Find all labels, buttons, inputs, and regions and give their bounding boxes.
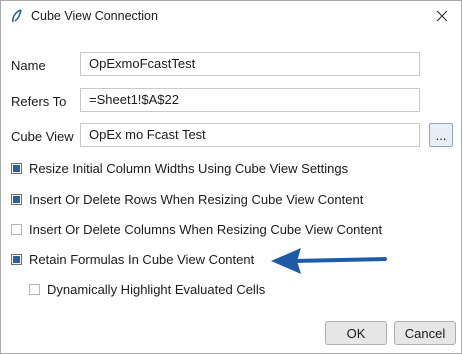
cube-view-field[interactable]: OpEx mo Fcast Test [80, 123, 420, 147]
cube-view-connection-dialog: Cube View Connection Name OpExmoFcastTes… [0, 0, 462, 354]
option-insert-delete-rows[interactable]: Insert Or Delete Rows When Resizing Cube… [11, 192, 363, 207]
option-label: Insert Or Delete Rows When Resizing Cube… [29, 192, 364, 207]
checkbox-retain-formulas[interactable] [11, 254, 22, 265]
name-label: Name [11, 58, 46, 73]
window-title: Cube View Connection [31, 9, 158, 23]
app-logo-icon [12, 9, 22, 23]
refers-to-field[interactable]: =Sheet1!$A$22 [80, 88, 420, 112]
arrow-left-icon [271, 248, 387, 274]
option-retain-formulas[interactable]: Retain Formulas In Cube View Content [11, 252, 254, 267]
option-label: Insert Or Delete Columns When Resizing C… [29, 222, 383, 237]
title-bar: Cube View Connection [1, 1, 461, 32]
checkbox-insert-delete-columns[interactable] [11, 224, 22, 235]
browse-cube-view-button[interactable]: ... [429, 123, 453, 147]
option-resize-column-widths[interactable]: Resize Initial Column Widths Using Cube … [11, 161, 348, 176]
close-icon [436, 10, 448, 22]
checkbox-resize-column-widths[interactable] [11, 163, 22, 174]
option-label: Dynamically Highlight Evaluated Cells [47, 282, 266, 297]
checkbox-dynamic-highlight[interactable] [29, 284, 40, 295]
cancel-button[interactable]: Cancel [394, 321, 456, 345]
cube-view-label: Cube View [11, 129, 74, 144]
close-button[interactable] [429, 4, 455, 28]
option-insert-delete-columns[interactable]: Insert Or Delete Columns When Resizing C… [11, 222, 382, 237]
name-field[interactable]: OpExmoFcastTest [80, 52, 420, 76]
ok-button[interactable]: OK [325, 321, 387, 345]
checkbox-insert-delete-rows[interactable] [11, 194, 22, 205]
option-dynamic-highlight[interactable]: Dynamically Highlight Evaluated Cells [29, 282, 265, 297]
option-label: Resize Initial Column Widths Using Cube … [29, 161, 349, 176]
option-label: Retain Formulas In Cube View Content [29, 252, 255, 267]
refers-to-label: Refers To [11, 94, 67, 109]
